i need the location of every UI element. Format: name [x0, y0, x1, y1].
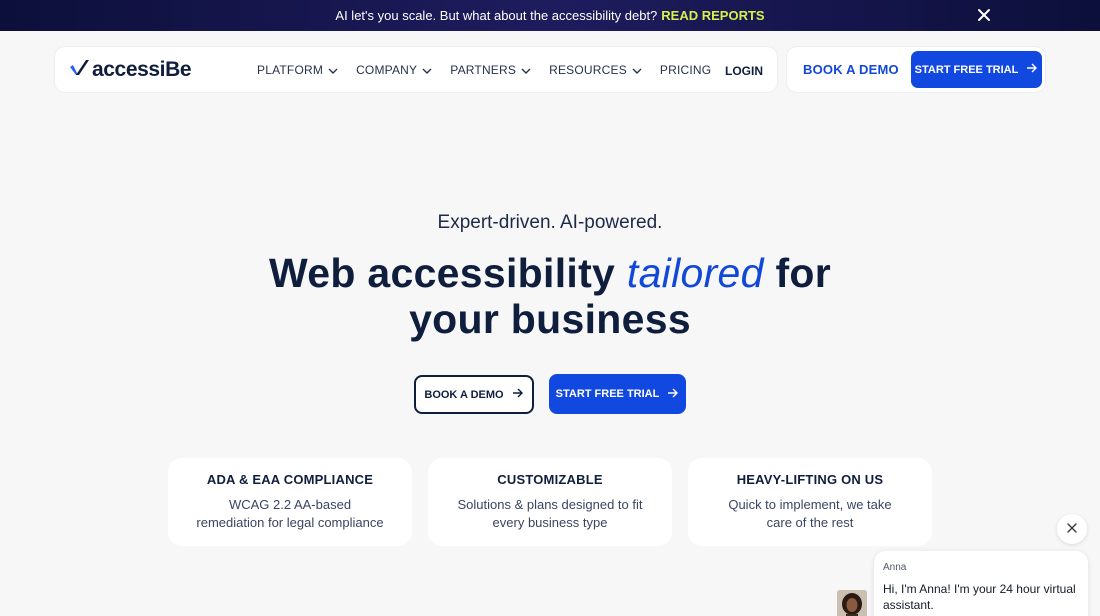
headline-line2: your business — [409, 296, 691, 342]
arrow-right-icon — [1026, 63, 1038, 76]
feature-title: ADA & EAA COMPLIANCE — [206, 472, 374, 487]
nav-item-partners[interactable]: PARTNERS — [450, 63, 531, 77]
feature-title: HEAVY-LIFTING ON US — [736, 472, 884, 487]
logo-text: accessiBe — [92, 58, 192, 81]
announcement-banner: AI let's you scale. But what about the a… — [0, 0, 1100, 31]
nav-item-label: COMPANY — [356, 62, 418, 77]
logo[interactable]: accessiBe — [69, 58, 192, 82]
nav-item-platform[interactable]: PLATFORM — [257, 63, 338, 77]
header-cta: BOOK A DEMO START FREE TRIAL — [787, 47, 1045, 92]
feature-description: WCAG 2.2 AA-based remediation for legal … — [196, 497, 384, 530]
avatar[interactable] — [837, 590, 867, 616]
feature-description: Quick to implement, we take care of the … — [728, 497, 892, 530]
headline-part: Web accessibility — [268, 250, 616, 296]
nav-menu: PLATFORM COMPANY PARTNERS RESOURCES PRIC… — [257, 47, 711, 92]
button-label: START FREE TRIAL — [914, 63, 1019, 76]
start-free-trial-button[interactable]: START FREE TRIAL — [911, 51, 1042, 88]
feature-description: Solutions & plans designed to fit every … — [457, 497, 643, 530]
nav-item-label: PRICING — [659, 62, 712, 77]
nav-item-label: PLATFORM — [257, 62, 324, 77]
checkmark-logo-icon — [69, 59, 89, 82]
read-reports-link[interactable]: READ REPORTS — [661, 8, 764, 23]
feature-title: CUSTOMIZABLE — [497, 472, 603, 487]
hero-headline: Web accessibility tailored for your busi… — [0, 250, 1100, 342]
arrow-right-icon — [667, 388, 679, 401]
arrow-right-icon — [512, 388, 524, 401]
chevron-down-icon — [632, 63, 642, 77]
headline-emphasis: tailored — [626, 250, 764, 296]
nav-item-label: RESOURCES — [549, 62, 627, 77]
nav-item-label: PARTNERS — [450, 62, 517, 77]
nav-item-resources[interactable]: RESOURCES — [549, 63, 642, 77]
feature-card: ADA & EAA COMPLIANCE WCAG 2.2 AA-based r… — [168, 458, 412, 546]
chevron-down-icon — [521, 63, 531, 77]
nav-item-pricing[interactable]: PRICING — [660, 63, 711, 77]
hero-eyebrow: Expert-driven. AI-powered. — [437, 212, 663, 233]
headline-part: for — [775, 250, 832, 296]
nav-item-company[interactable]: COMPANY — [356, 63, 432, 77]
login-link[interactable]: LOGIN — [725, 64, 763, 78]
button-label: START FREE TRIAL — [555, 388, 660, 400]
button-label: BOOK A DEMO — [424, 388, 504, 401]
feature-card: CUSTOMIZABLE Solutions & plans designed … — [428, 458, 672, 546]
hero-start-free-trial-button[interactable]: START FREE TRIAL — [549, 374, 686, 414]
banner-text: AI let's you scale. But what about the a… — [335, 8, 658, 23]
chevron-down-icon — [422, 63, 432, 77]
close-icon — [1067, 520, 1077, 538]
chat-agent-name: Anna — [883, 562, 907, 573]
close-icon[interactable] — [976, 7, 992, 23]
chevron-down-icon — [328, 63, 338, 77]
feature-card: HEAVY-LIFTING ON US Quick to implement, … — [688, 458, 932, 546]
chat-bubble[interactable]: Anna Hi, I'm Anna! I'm your 24 hour virt… — [874, 551, 1088, 616]
chat-close-button[interactable] — [1057, 514, 1087, 544]
hero-book-demo-button[interactable]: BOOK A DEMO — [414, 375, 534, 414]
main-nav: accessiBe PLATFORM COMPANY PARTNERS RESO… — [55, 47, 777, 92]
chat-message: Hi, I'm Anna! I'm your 24 hour virtual a… — [883, 582, 1076, 612]
book-demo-link[interactable]: BOOK A DEMO — [803, 62, 899, 77]
